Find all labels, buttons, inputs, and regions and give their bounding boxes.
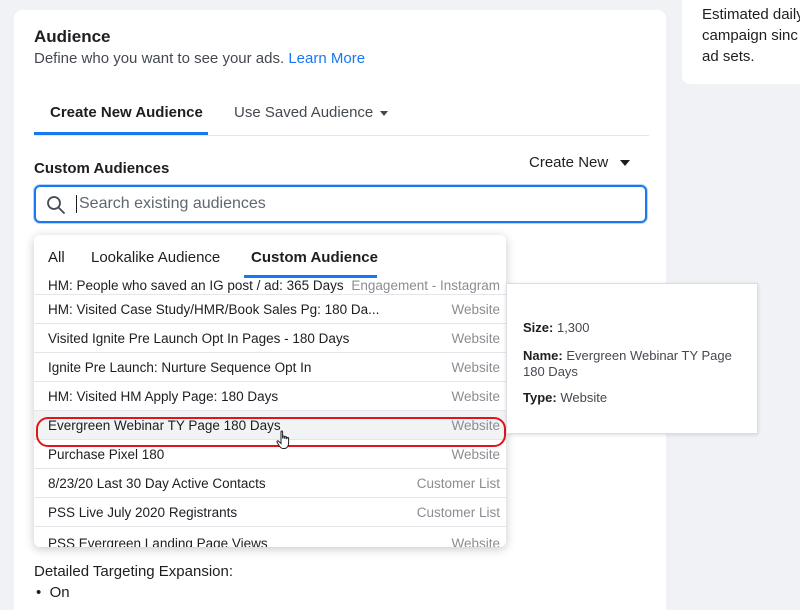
- tab-custom-audience[interactable]: Custom Audience: [251, 249, 378, 266]
- tab-all[interactable]: All: [48, 249, 65, 266]
- list-item[interactable]: PSS Evergreen Landing Page Views Website: [34, 527, 506, 547]
- audience-name: HM: People who saved an IG post / ad: 36…: [48, 278, 344, 293]
- list-item[interactable]: PSS Live July 2020 Registrants Customer …: [34, 498, 506, 527]
- name-row: Name: Evergreen Webinar TY Page 180 Days: [523, 348, 748, 380]
- list-item[interactable]: HM: Visited Case Study/HMR/Book Sales Pg…: [34, 295, 506, 324]
- audience-type: Website: [451, 389, 500, 404]
- list-item[interactable]: Visited Ignite Pre Launch Opt In Pages -…: [34, 324, 506, 353]
- section-title: Audience: [34, 27, 111, 46]
- custom-audiences-label: Custom Audiences: [34, 160, 170, 177]
- name-label: Name:: [523, 348, 563, 363]
- audience-type: Website: [451, 331, 500, 346]
- audience-name: Purchase Pixel 180: [48, 447, 165, 462]
- list-item[interactable]: 8/23/20 Last 30 Day Active Contacts Cust…: [34, 469, 506, 498]
- tab-label: Use Saved Audience: [234, 104, 374, 121]
- list-item[interactable]: HM: Visited HM Apply Page: 180 Days Webs…: [34, 382, 506, 411]
- detailed-targeting-value: • On: [36, 584, 70, 601]
- subtitle-text: Define who you want to see your ads.: [34, 50, 285, 67]
- size-value: 1,300: [556, 320, 590, 335]
- learn-more-link[interactable]: Learn More: [288, 50, 365, 67]
- audience-name: HM: Visited HM Apply Page: 180 Days: [48, 389, 279, 404]
- type-row: Type: Website: [523, 390, 607, 406]
- audience-type: Engagement - Instagram: [351, 278, 500, 293]
- audience-list: HM: People who saved an IG post / ad: 36…: [34, 275, 506, 547]
- search-icon: [47, 196, 65, 214]
- estimate-card: Estimated daily campaign sinc ad sets.: [682, 0, 800, 84]
- audience-name: PSS Live July 2020 Registrants: [48, 505, 238, 520]
- audience-type: Website: [451, 302, 500, 317]
- tab-create-new-audience[interactable]: Create New Audience: [50, 104, 203, 121]
- audience-type: Customer List: [416, 505, 500, 520]
- audience-type: Website: [451, 536, 500, 547]
- type-label: Type:: [523, 390, 557, 405]
- search-input[interactable]: Search existing audiences: [76, 195, 266, 213]
- type-value: Website: [560, 390, 608, 405]
- audience-search-field[interactable]: Search existing audiences: [34, 185, 647, 223]
- caret-down-icon: [380, 110, 389, 116]
- hand-pointer-icon: [276, 430, 290, 449]
- active-tab-indicator: [244, 275, 377, 278]
- audience-name: 8/23/20 Last 30 Day Active Contacts: [48, 476, 266, 491]
- highlight-annotation: [36, 417, 506, 447]
- estimate-line: campaign sinc: [702, 27, 798, 44]
- audience-name: Visited Ignite Pre Launch Opt In Pages -…: [48, 331, 350, 346]
- audience-type-tabs: All Lookalike Audience Custom Audience: [34, 235, 506, 279]
- estimate-text: Estimated daily campaign sinc ad sets.: [702, 4, 800, 67]
- audience-details-panel: Size: 1,300 Name: Evergreen Webinar TY P…: [506, 283, 758, 434]
- bullet: •: [36, 584, 42, 601]
- size-label: Size:: [523, 320, 554, 335]
- audience-type: Website: [451, 447, 500, 462]
- list-item[interactable]: Ignite Pre Launch: Nurture Sequence Opt …: [34, 353, 506, 382]
- audience-type: Customer List: [416, 476, 500, 491]
- detailed-targeting-label: Detailed Targeting Expansion:: [34, 563, 234, 580]
- expansion-status: On: [49, 584, 70, 601]
- audience-name: PSS Evergreen Landing Page Views: [48, 536, 268, 547]
- create-new-button[interactable]: Create New: [529, 154, 631, 171]
- audience-dropdown: HM: People who saved an IG post / ad: 36…: [34, 235, 506, 547]
- caret-down-icon: [620, 160, 631, 167]
- create-new-label: Create New: [529, 154, 609, 171]
- size-row: Size: 1,300: [523, 320, 590, 336]
- estimate-line: ad sets.: [702, 48, 755, 65]
- section-subtitle: Define who you want to see your ads. Lea…: [34, 50, 365, 67]
- estimate-line: Estimated daily: [702, 6, 800, 23]
- audience-name: Ignite Pre Launch: Nurture Sequence Opt …: [48, 360, 312, 375]
- audience-name: HM: Visited Case Study/HMR/Book Sales Pg…: [48, 302, 380, 317]
- active-tab-indicator: [34, 132, 208, 135]
- tab-lookalike-audience[interactable]: Lookalike Audience: [91, 249, 220, 266]
- audience-type: Website: [451, 360, 500, 375]
- audience-tabs: Create New Audience Use Saved Audience: [34, 90, 649, 136]
- tab-use-saved-audience[interactable]: Use Saved Audience: [234, 104, 389, 121]
